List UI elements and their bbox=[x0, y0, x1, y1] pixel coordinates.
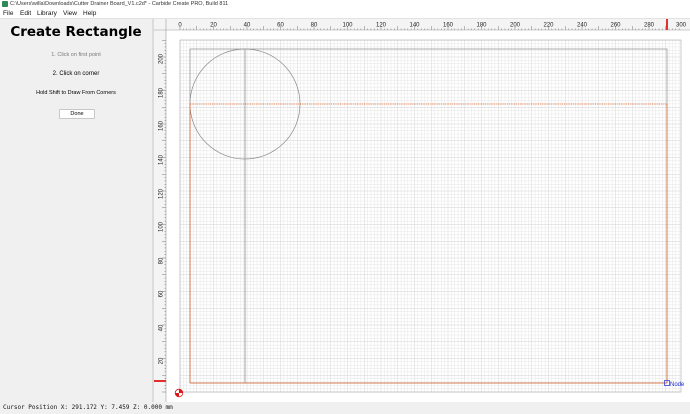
design-canvas[interactable]: 0 20 40 60 80 100 120 140 160 180 200 22… bbox=[154, 19, 690, 402]
step-first-point: 1. Click on first point bbox=[51, 52, 101, 58]
menu-library[interactable]: Library bbox=[37, 9, 57, 19]
ruler-label-y: 120 bbox=[159, 188, 165, 199]
ruler-label-x: 300 bbox=[676, 23, 687, 29]
carbide-create-app-icon bbox=[2, 1, 8, 7]
shift-hint: Hold Shift to Draw From Corners bbox=[36, 90, 116, 96]
left-ruler-cursor-marker bbox=[154, 380, 166, 382]
menu-view[interactable]: View bbox=[63, 9, 77, 19]
ruler-label-y: 180 bbox=[159, 87, 165, 98]
ruler-label-y: 80 bbox=[159, 257, 165, 264]
ruler-label-x: 100 bbox=[342, 23, 353, 29]
ruler-label-x: 160 bbox=[443, 23, 454, 29]
origin-icon bbox=[174, 388, 184, 398]
ruler-label-x: 200 bbox=[510, 23, 521, 29]
ruler-label-y: 60 bbox=[159, 290, 165, 297]
step-click-corner: 2. Click on corner bbox=[52, 71, 100, 77]
left-ruler[interactable] bbox=[154, 19, 166, 402]
node-label: Node bbox=[670, 382, 685, 388]
menu-file[interactable]: File bbox=[3, 9, 13, 19]
ruler-label-x: 260 bbox=[610, 23, 621, 29]
ruler-label-y: 160 bbox=[159, 120, 165, 131]
ruler-label-x: 280 bbox=[644, 23, 655, 29]
menu-bar: File Edit Library View Help bbox=[0, 9, 690, 19]
done-button[interactable]: Done bbox=[59, 109, 95, 119]
menu-help[interactable]: Help bbox=[83, 9, 96, 19]
ruler-label-x: 220 bbox=[543, 23, 554, 29]
ruler-ticks bbox=[162, 26, 680, 393]
stock-boundary bbox=[179, 39, 682, 393]
ruler-label-y: 140 bbox=[159, 154, 165, 165]
ruler-label-y: 40 bbox=[159, 324, 165, 331]
ruler-label-x: 80 bbox=[311, 23, 318, 29]
ruler-label-y: 20 bbox=[159, 357, 165, 364]
ruler-label-x: 140 bbox=[409, 23, 420, 29]
cursor-position-readout: Cursor Position X: 291.172 Y: 7.459 Z: 0… bbox=[3, 404, 173, 411]
title-bar: C:\Users\willa\Downloads\Cutter Drainer … bbox=[0, 0, 690, 9]
ruler-label-x: 180 bbox=[476, 23, 487, 29]
ruler-label-x: 60 bbox=[277, 23, 284, 29]
ruler-label-y: 200 bbox=[159, 53, 165, 64]
ruler-label-x: 40 bbox=[244, 23, 251, 29]
menu-edit[interactable]: Edit bbox=[20, 9, 31, 19]
create-rectangle-panel: Create Rectangle 1. Click on first point… bbox=[0, 19, 152, 402]
ruler-label-x: 120 bbox=[376, 23, 387, 29]
canvas-grid bbox=[179, 40, 681, 393]
ruler-label-x: 240 bbox=[577, 23, 588, 29]
ruler-label-y: 100 bbox=[159, 221, 165, 232]
ruler-label-x: 20 bbox=[210, 23, 217, 29]
canvas-drawing[interactable]: 0 20 40 60 80 100 120 140 160 180 200 22… bbox=[154, 19, 690, 402]
status-bar: Cursor Position X: 291.172 Y: 7.459 Z: 0… bbox=[0, 402, 690, 414]
panel-title: Create Rectangle bbox=[10, 24, 142, 40]
top-ruler-cursor-marker bbox=[666, 19, 668, 30]
window-title: C:\Users\willa\Downloads\Cutter Drainer … bbox=[10, 1, 229, 7]
